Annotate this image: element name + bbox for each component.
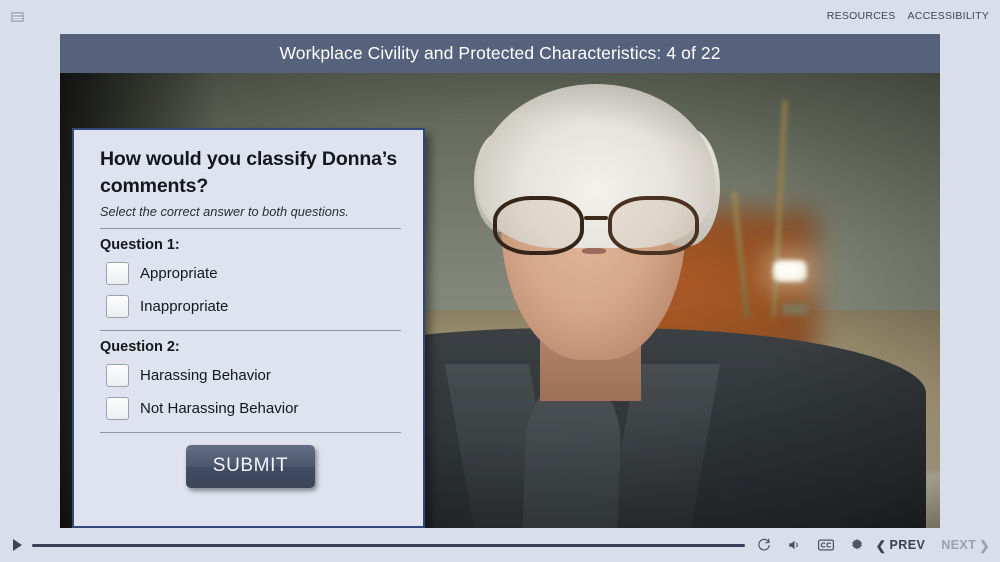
hamburger-menu-icon[interactable]: [11, 12, 24, 22]
question-instruction: Select the correct answer to both questi…: [100, 203, 349, 219]
option-label: Inappropriate: [140, 297, 229, 315]
navigation-buttons: ❮ PREV NEXT ❯: [876, 538, 990, 553]
closed-captions-icon[interactable]: [817, 539, 834, 551]
accessibility-link[interactable]: ACCESSIBILITY: [908, 10, 989, 22]
video-stage[interactable]: How would you classify Donna’s comments?…: [60, 73, 940, 528]
top-bar-links: RESOURCES ACCESSIBILITY: [827, 10, 989, 22]
checkbox-icon[interactable]: [106, 261, 129, 285]
question-heading: How would you classify Donna’s comments?: [100, 148, 398, 197]
settings-gear-icon[interactable]: [850, 538, 864, 552]
divider: [100, 329, 401, 331]
prev-label: PREV: [889, 538, 926, 552]
question-card: How would you classify Donna’s comments?…: [72, 128, 425, 528]
volume-icon[interactable]: [787, 538, 802, 552]
play-icon[interactable]: [6, 539, 28, 551]
option-inappropriate[interactable]: Inappropriate: [106, 290, 401, 323]
divider: [100, 227, 401, 229]
player-icons: [757, 538, 864, 552]
slide-frame: Workplace Civility and Protected Charact…: [60, 34, 940, 528]
option-harassing-behavior[interactable]: Harassing Behavior: [106, 359, 401, 392]
checkbox-icon[interactable]: [106, 294, 129, 318]
next-button[interactable]: NEXT ❯: [941, 538, 990, 553]
option-label: Harassing Behavior: [140, 366, 271, 384]
question-2-label: Question 2:: [100, 338, 180, 355]
question-1-label: Question 1:: [100, 236, 180, 253]
submit-row: SUBMIT: [100, 444, 401, 488]
chevron-left-icon: ❮: [875, 538, 887, 553]
player-control-bar: ❮ PREV NEXT ❯: [0, 528, 1000, 562]
slide-title-bar: Workplace Civility and Protected Charact…: [60, 34, 940, 73]
option-label: Appropriate: [140, 264, 218, 282]
top-bar: RESOURCES ACCESSIBILITY: [0, 0, 1000, 34]
submit-button[interactable]: SUBMIT: [185, 444, 316, 488]
checkbox-icon[interactable]: [106, 363, 129, 387]
divider: [100, 431, 401, 433]
seek-bar[interactable]: [32, 543, 745, 547]
prev-button[interactable]: ❮ PREV: [876, 538, 926, 553]
next-label: NEXT: [941, 538, 977, 552]
option-label: Not Harassing Behavior: [140, 399, 299, 417]
option-appropriate[interactable]: Appropriate: [106, 257, 401, 290]
chevron-right-icon: ❯: [979, 538, 990, 553]
checkbox-icon[interactable]: [106, 396, 129, 420]
option-not-harassing-behavior[interactable]: Not Harassing Behavior: [106, 392, 401, 425]
resources-link[interactable]: RESOURCES: [827, 10, 896, 22]
replay-icon[interactable]: [757, 538, 771, 552]
